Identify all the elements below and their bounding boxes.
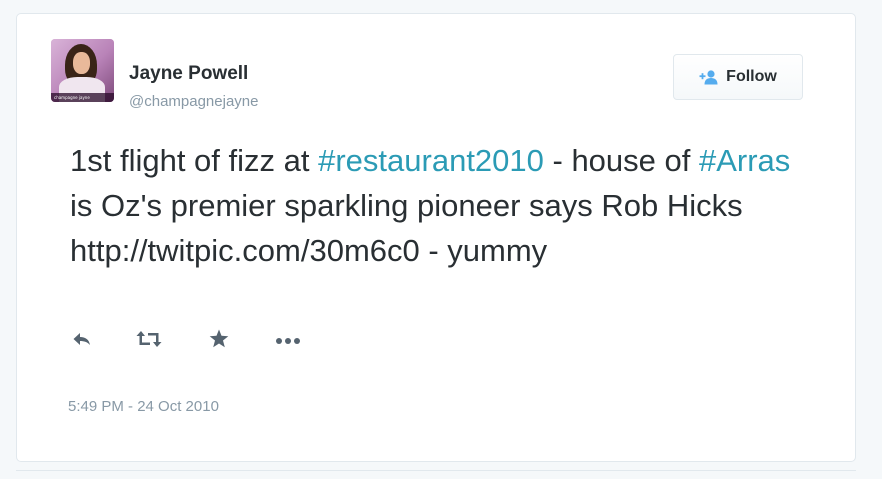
follow-label: Follow — [726, 68, 777, 85]
favorite-button[interactable] — [204, 328, 234, 354]
tweet-text-segment: 1st flight of fizz at — [70, 143, 319, 178]
star-icon — [209, 329, 229, 353]
divider — [16, 470, 856, 471]
reply-button[interactable] — [67, 328, 97, 354]
follow-button[interactable]: Follow — [673, 54, 803, 100]
avatar[interactable]: champagne jayne — [51, 39, 114, 102]
tweet-text-segment: - house of — [543, 143, 699, 178]
hashtag-link[interactable]: #restaurant2010 — [318, 143, 544, 178]
more-button[interactable] — [273, 328, 303, 354]
tweet-timestamp[interactable]: 5:49 PM - 24 Oct 2010 — [68, 398, 219, 416]
user-name[interactable]: Jayne Powell — [129, 63, 248, 85]
more-icon — [275, 332, 301, 350]
reply-icon — [72, 331, 92, 352]
hashtag-link[interactable]: #Arras — [699, 143, 790, 178]
avatar-caption: champagne jayne — [51, 93, 114, 102]
add-user-icon — [699, 69, 719, 85]
retweet-icon — [136, 330, 162, 353]
avatar-face — [73, 52, 90, 74]
retweet-button[interactable] — [134, 328, 164, 354]
user-handle[interactable]: @champagnejayne — [129, 93, 258, 111]
tweet-text: 1st flight of fizz at #restaurant2010 - … — [70, 138, 810, 273]
